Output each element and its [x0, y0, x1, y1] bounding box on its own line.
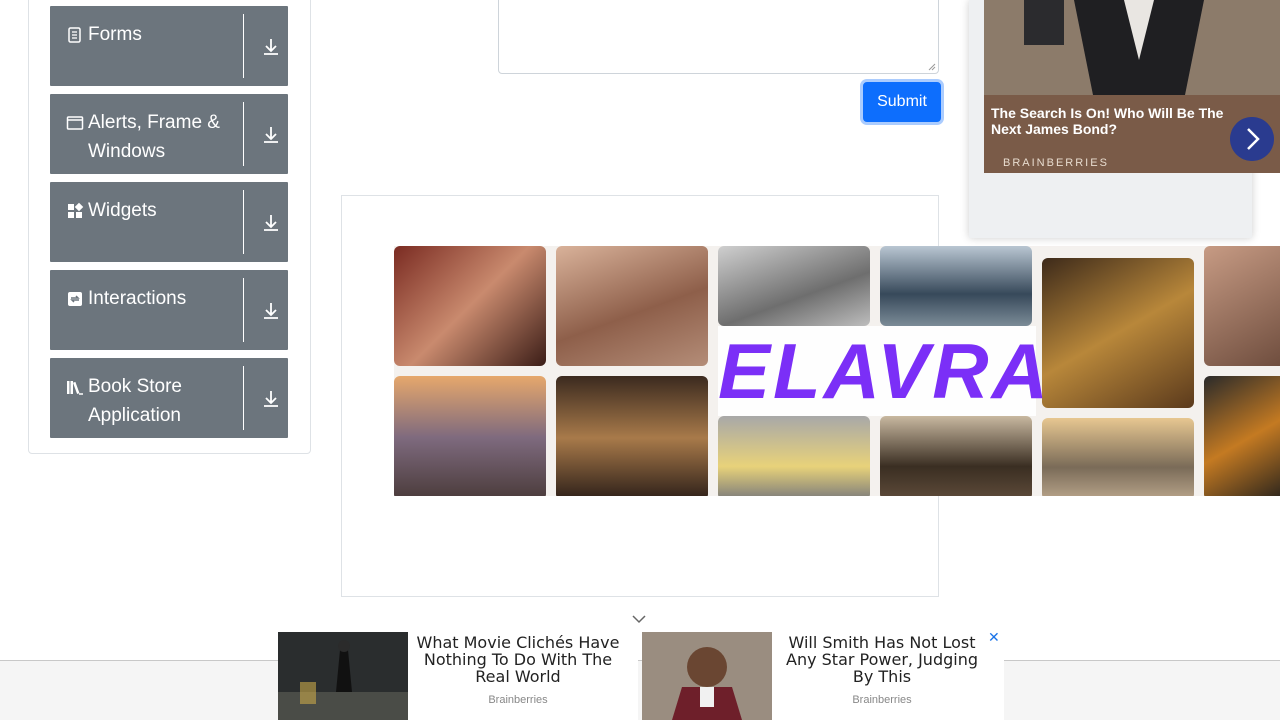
ad-source: Brainberries: [852, 694, 912, 706]
ad-source: BRAINBERRIES: [1003, 157, 1109, 169]
group-header[interactable]: Forms: [50, 6, 243, 86]
ad-image: [1204, 376, 1280, 496]
ad-image: [394, 246, 546, 366]
group-header[interactable]: Alerts, Frame & Windows: [50, 94, 243, 174]
brand-logo: ELAVRA: [718, 326, 1051, 416]
divider: [243, 14, 244, 78]
bottom-ad-2[interactable]: Will Smith Has Not Lost Any Star Power, …: [642, 632, 1004, 720]
ad-image: [1042, 418, 1194, 496]
divider: [243, 366, 244, 430]
ad-title[interactable]: Will Smith Has Not Lost Any Star Power, …: [776, 634, 988, 685]
widgets-icon: [68, 202, 84, 218]
download-icon[interactable]: [260, 212, 282, 234]
left-panel: Forms Alerts, Frame & Windows Widgets In…: [28, 0, 311, 454]
divider: [243, 190, 244, 254]
sponsored-ad[interactable]: The Search Is On! Who Will Be The Next J…: [969, 0, 1280, 238]
download-icon[interactable]: [260, 388, 282, 410]
ad-image: [394, 376, 546, 496]
ad-thumbnail: [278, 632, 408, 720]
group-label: Forms: [88, 24, 142, 45]
books-icon: [67, 381, 83, 395]
download-icon[interactable]: [260, 36, 282, 58]
group-label: Widgets: [88, 200, 157, 221]
group-widgets[interactable]: Widgets: [50, 182, 288, 262]
group-header[interactable]: Book Store Application: [50, 358, 243, 438]
group-interactions[interactable]: Interactions: [50, 270, 288, 350]
document-icon: [68, 27, 81, 43]
ad-image: [556, 246, 708, 366]
group-label: Alerts, Frame & Windows: [88, 112, 220, 162]
group-alerts[interactable]: Alerts, Frame & Windows: [50, 94, 288, 174]
group-book-store[interactable]: Book Store Application: [50, 358, 288, 438]
ad-image: [1042, 258, 1194, 408]
download-icon[interactable]: [260, 300, 282, 322]
ad-thumbnail: [642, 632, 772, 720]
ad-source: Brainberries: [488, 694, 548, 706]
divider: [243, 278, 244, 342]
ad-image: [718, 416, 870, 496]
group-label: Book Store Application: [88, 376, 182, 426]
ad-caption[interactable]: The Search Is On! Who Will Be The Next J…: [991, 105, 1231, 137]
bottom-ad-1[interactable]: What Movie Clichés Have Nothing To Do Wi…: [278, 632, 638, 720]
ad-image: [880, 416, 1032, 496]
group-header[interactable]: Interactions: [50, 270, 243, 350]
ad-banner[interactable]: ELAVRA: [394, 246, 1280, 496]
ad-title[interactable]: What Movie Clichés Have Nothing To Do Wi…: [412, 634, 624, 685]
divider: [243, 102, 244, 166]
address-textarea[interactable]: [498, 0, 939, 74]
group-header[interactable]: Widgets: [50, 182, 243, 262]
download-icon[interactable]: [260, 124, 282, 146]
ad-image: [718, 246, 870, 326]
group-forms[interactable]: Forms: [50, 6, 288, 86]
ad-image: [880, 246, 1032, 326]
interactions-icon: [68, 292, 82, 306]
window-icon: [66, 116, 84, 130]
chevron-down-icon[interactable]: [630, 612, 648, 626]
next-arrow-icon[interactable]: [1230, 117, 1274, 161]
ad-image: [556, 376, 708, 496]
resize-grip-icon[interactable]: [928, 63, 936, 71]
group-label: Interactions: [88, 288, 187, 309]
bottom-ad-bar: [0, 660, 1280, 720]
ad-image: [1204, 246, 1280, 366]
close-icon[interactable]: ✕: [988, 630, 1002, 644]
submit-button[interactable]: Submit: [863, 82, 941, 122]
